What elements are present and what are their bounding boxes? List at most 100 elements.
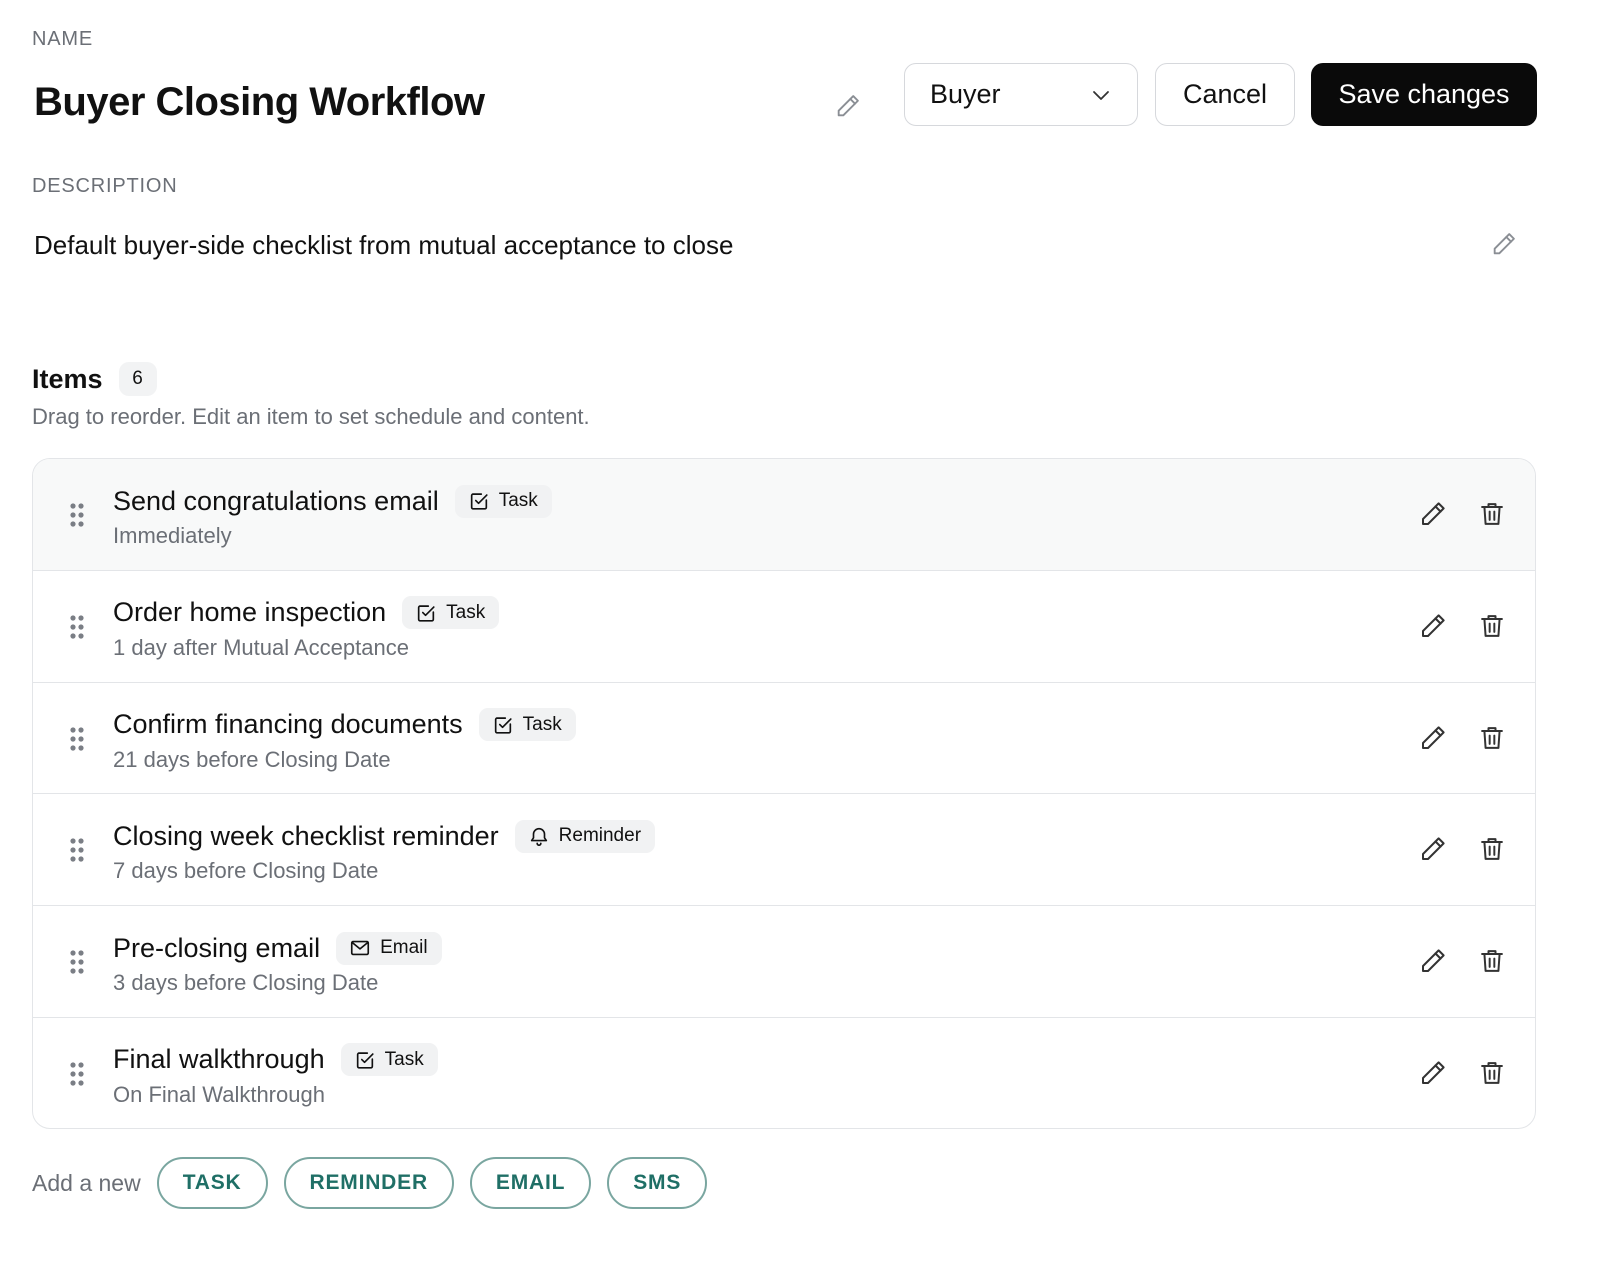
drag-handle-icon xyxy=(70,950,84,974)
delete-item-button[interactable] xyxy=(1475,721,1509,755)
trash-icon xyxy=(1481,614,1503,637)
delete-item-button[interactable] xyxy=(1475,944,1509,978)
trash-icon xyxy=(1481,503,1503,525)
item-type-badge: Task xyxy=(402,596,500,630)
delete-item-button[interactable] xyxy=(1475,832,1509,866)
trash-icon xyxy=(1481,950,1503,973)
edit-item-button[interactable] xyxy=(1416,721,1450,755)
add-reminder-button[interactable]: REMINDER xyxy=(283,1157,454,1209)
pencil-icon xyxy=(1422,725,1445,749)
checkbox-icon xyxy=(494,716,512,734)
item-type-badge: Task xyxy=(478,708,576,742)
items-hint: Drag to reorder. Edit an item to set sch… xyxy=(32,404,590,429)
item-schedule: Immediately xyxy=(113,523,232,548)
add-task-button[interactable]: TASK xyxy=(156,1157,268,1209)
list-item[interactable]: Closing week checklist reminder Reminder… xyxy=(33,794,1535,907)
item-schedule: 7 days before Closing Date xyxy=(113,858,379,884)
items-title: Items xyxy=(32,363,103,394)
trash-icon xyxy=(1481,726,1503,749)
save-changes-button[interactable]: Save changes xyxy=(1311,63,1537,126)
edit-name-button[interactable] xyxy=(832,90,864,122)
item-title: Order home inspection xyxy=(113,597,387,628)
item-title: Pre-closing email xyxy=(113,932,321,963)
trash-icon xyxy=(1481,1062,1503,1084)
item-type-label: Task xyxy=(384,1048,424,1070)
item-content: Confirm financing documents Task 21 days… xyxy=(113,707,576,773)
list-item[interactable]: Send congratulations email Task Immediat… xyxy=(33,459,1535,571)
pencil-icon xyxy=(1422,837,1445,861)
item-schedule: On Final Walkthrough xyxy=(113,1081,325,1107)
role-select[interactable]: Buyer xyxy=(904,63,1138,126)
pencil-icon xyxy=(1493,233,1515,255)
drag-handle[interactable] xyxy=(67,725,87,753)
item-schedule: 1 day after Mutual Acceptance xyxy=(113,634,409,660)
workflow-description[interactable]: Default buyer-side checklist from mutual… xyxy=(34,230,733,261)
add-new-bar: Add a new TASK REMINDER EMAIL SMS xyxy=(32,1157,708,1209)
name-label: NAME xyxy=(32,28,93,50)
role-select-value: Buyer xyxy=(930,79,1001,109)
cancel-button[interactable]: Cancel xyxy=(1155,63,1295,126)
drag-handle-icon xyxy=(70,726,84,751)
edit-item-button[interactable] xyxy=(1416,944,1450,978)
checkbox-icon xyxy=(417,605,435,622)
workflow-name[interactable]: Buyer Closing Workflow xyxy=(34,80,485,125)
trash-icon xyxy=(1481,838,1503,861)
pencil-icon xyxy=(1422,614,1445,637)
checkbox-icon xyxy=(356,1052,374,1069)
drag-handle[interactable] xyxy=(67,836,87,864)
drag-handle[interactable] xyxy=(67,1060,87,1088)
item-type-badge: Email xyxy=(336,931,442,965)
chevron-down-icon xyxy=(1093,90,1109,100)
item-schedule: 21 days before Closing Date xyxy=(113,746,391,772)
item-content: Pre-closing email Email 3 days before Cl… xyxy=(113,930,442,996)
item-title: Send congratulations email xyxy=(113,485,439,516)
item-type-label: Task xyxy=(446,601,486,623)
drag-handle-icon xyxy=(70,1062,84,1086)
item-title: Final walkthrough xyxy=(113,1044,325,1075)
item-content: Final walkthrough Task On Final Walkthro… xyxy=(113,1042,438,1108)
edit-item-button[interactable] xyxy=(1416,497,1450,531)
delete-item-button[interactable] xyxy=(1475,497,1509,531)
drag-handle-icon xyxy=(70,838,84,862)
item-content: Send congratulations email Task Immediat… xyxy=(113,483,552,549)
drag-handle[interactable] xyxy=(67,501,87,529)
edit-description-button[interactable] xyxy=(1488,228,1520,260)
items-heading: Items 6 xyxy=(32,362,157,396)
list-item[interactable]: Confirm financing documents Task 21 days… xyxy=(33,683,1535,795)
item-type-label: Email xyxy=(380,937,428,959)
pencil-icon xyxy=(1422,502,1445,525)
item-type-badge: Reminder xyxy=(514,819,656,853)
add-new-label: Add a new xyxy=(32,1169,141,1196)
item-title: Closing week checklist reminder xyxy=(113,820,499,851)
delete-item-button[interactable] xyxy=(1475,609,1509,643)
edit-item-button[interactable] xyxy=(1416,1056,1450,1090)
item-type-label: Task xyxy=(498,490,538,511)
item-title: Confirm financing documents xyxy=(113,709,463,740)
item-type-label: Reminder xyxy=(558,825,642,847)
items-count-badge: 6 xyxy=(118,362,157,396)
drag-handle[interactable] xyxy=(67,948,87,976)
pencil-icon xyxy=(837,95,859,117)
drag-handle[interactable] xyxy=(67,613,87,641)
item-content: Closing week checklist reminder Reminder… xyxy=(113,818,656,884)
description-label: DESCRIPTION xyxy=(32,175,178,197)
bell-icon xyxy=(530,828,547,847)
list-item[interactable]: Pre-closing email Email 3 days before Cl… xyxy=(33,906,1535,1018)
list-item[interactable]: Order home inspection Task 1 day after M… xyxy=(33,571,1535,683)
item-type-badge: Task xyxy=(340,1043,438,1077)
item-list: Send congratulations email Task Immediat… xyxy=(32,458,1536,1129)
drag-handle-icon xyxy=(70,503,84,527)
drag-handle-icon xyxy=(70,615,84,639)
edit-item-button[interactable] xyxy=(1416,609,1450,643)
pencil-icon xyxy=(1422,949,1445,973)
add-email-button[interactable]: EMAIL xyxy=(469,1157,592,1209)
checkbox-icon xyxy=(470,493,488,510)
item-content: Order home inspection Task 1 day after M… xyxy=(113,595,500,661)
item-schedule: 3 days before Closing Date xyxy=(113,970,379,996)
delete-item-button[interactable] xyxy=(1475,1056,1509,1090)
mail-icon xyxy=(351,940,370,956)
edit-item-button[interactable] xyxy=(1416,832,1450,866)
item-type-label: Task xyxy=(522,713,562,735)
list-item[interactable]: Final walkthrough Task On Final Walkthro… xyxy=(33,1018,1535,1128)
add-sms-button[interactable]: SMS xyxy=(607,1157,708,1209)
